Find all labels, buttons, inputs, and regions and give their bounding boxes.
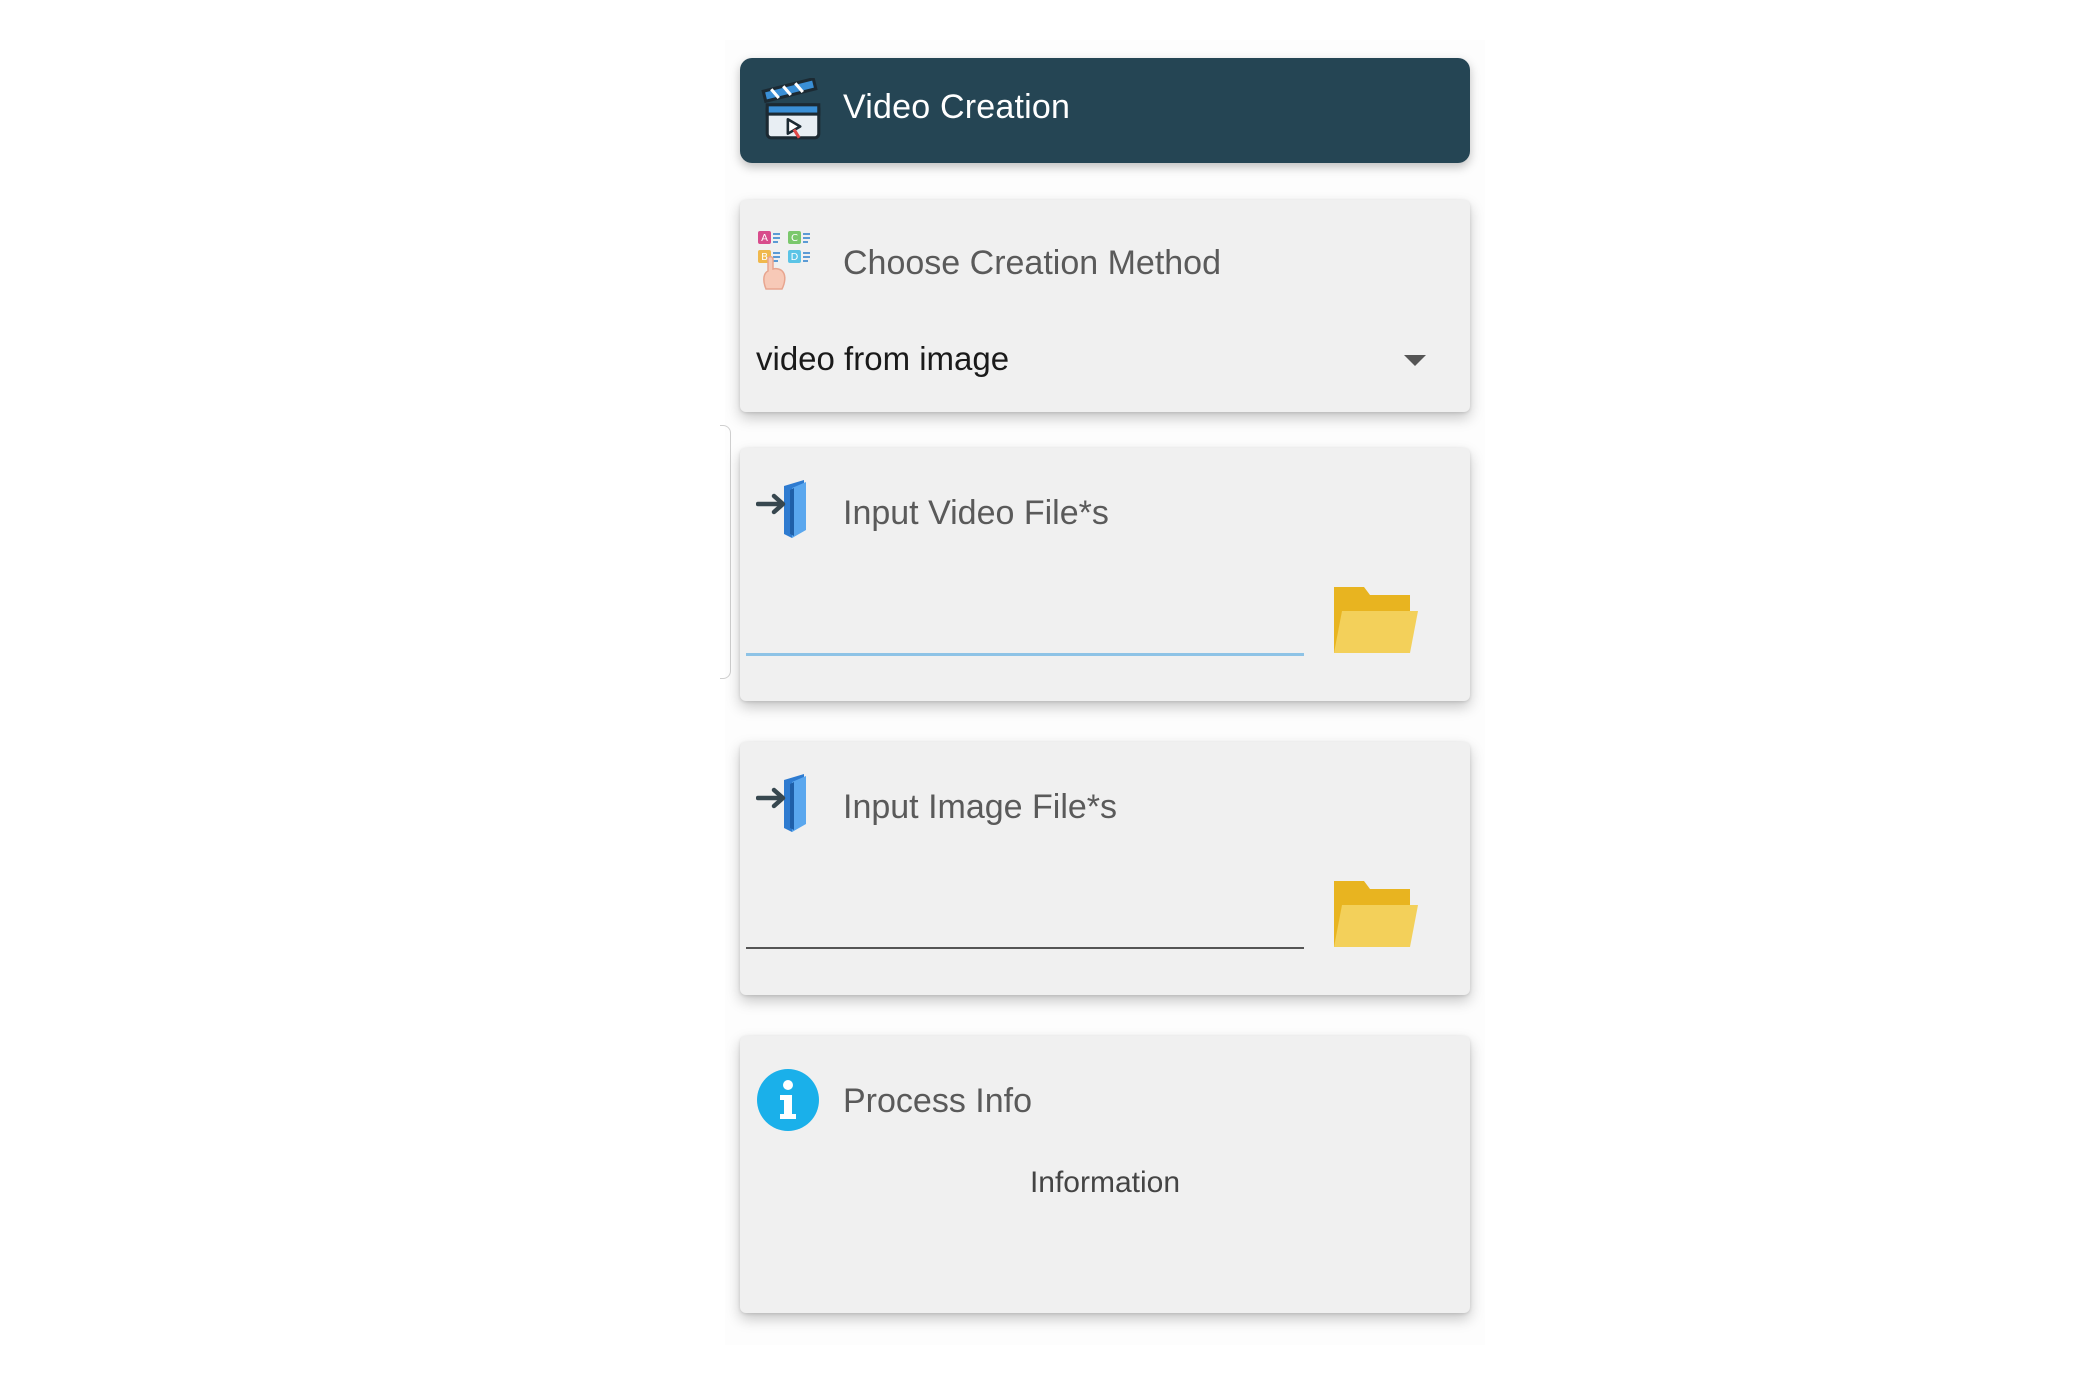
chevron-down-icon [1404,355,1426,366]
svg-text:A: A [761,233,768,244]
process-info-card: Process Info Information [740,1036,1470,1313]
card-title: Input Image File*s [843,788,1118,826]
folder-icon[interactable] [1330,583,1420,657]
info-text: Information [1029,1166,1181,1199]
card-title: Process Info [843,1082,1032,1120]
info-icon [757,1069,819,1131]
app-title: Video Creation [843,88,1071,126]
input-underline-focused [746,653,1304,656]
scroll-edge [720,425,731,679]
creation-method-card: A C B D Choose Creation Method video fro… [740,200,1470,412]
svg-text:D: D [791,252,799,263]
creation-method-dropdown[interactable]: video from image [740,320,1470,400]
image-file-path-input[interactable] [746,872,1308,932]
dropdown-value: video from image [756,340,1010,377]
clapperboard-icon [761,78,821,140]
input-underline [746,947,1304,949]
import-file-icon [756,774,806,832]
import-file-icon [756,480,806,538]
svg-text:B: B [761,252,768,263]
video-file-path-input[interactable] [746,578,1308,638]
header-bar: Video Creation [740,58,1470,163]
card-title: Input Video File*s [843,494,1109,532]
video-input-card: Input Video File*s [740,448,1470,701]
svg-text:C: C [791,233,798,244]
folder-icon[interactable] [1330,877,1420,951]
card-title: Choose Creation Method [843,244,1222,282]
image-input-card: Input Image File*s [740,742,1470,995]
choice-grid-icon: A C B D [758,231,810,290]
